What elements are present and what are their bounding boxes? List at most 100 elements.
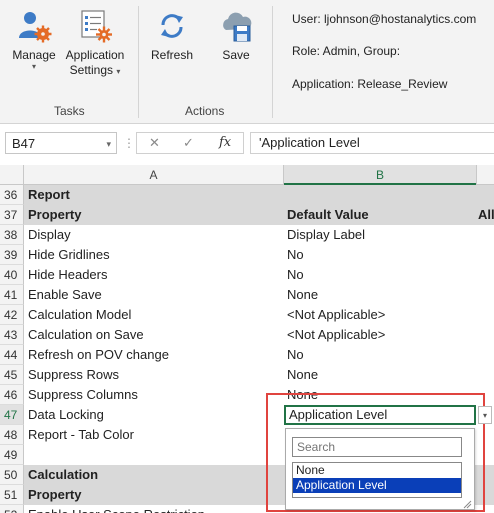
manage-user-gear-icon (16, 8, 52, 44)
cell-c[interactable] (476, 305, 494, 325)
formula-input[interactable]: 'Application Level (250, 132, 494, 154)
cell-b[interactable]: No (284, 345, 476, 365)
cell-a[interactable] (24, 445, 284, 465)
resize-grip-icon[interactable] (462, 499, 472, 509)
formula-buttons: ✕ ✓ fx (136, 132, 244, 154)
row-number[interactable]: 45 (0, 365, 24, 385)
dropdown-option-application-level[interactable]: Application Level (293, 478, 461, 493)
cell-c[interactable] (476, 265, 494, 285)
row-number[interactable]: 48 (0, 425, 24, 445)
name-box[interactable]: B47 ▾ (5, 132, 117, 154)
formula-bar: B47 ▾ ⋮ ✕ ✓ fx 'Application Level (0, 124, 494, 164)
table-row: 42 Calculation Model <Not Applicable> (0, 305, 494, 325)
cell-c[interactable] (476, 365, 494, 385)
cell-a[interactable]: Suppress Columns (24, 385, 284, 405)
cell-b[interactable]: <Not Applicable> (284, 325, 476, 345)
column-header-b[interactable]: B (284, 165, 476, 185)
row-number[interactable]: 42 (0, 305, 24, 325)
cell-b[interactable]: None (284, 285, 476, 305)
select-all-corner[interactable] (0, 165, 24, 185)
role-info: Role: Admin, Group: (292, 44, 401, 58)
cell-a[interactable]: Display (24, 225, 284, 245)
group-label-actions: Actions (185, 104, 225, 118)
ribbon-separator (272, 6, 273, 118)
row-number[interactable]: 47 (0, 405, 24, 425)
refresh-label: Refresh (150, 48, 194, 62)
enter-icon[interactable]: ✓ (183, 135, 194, 151)
group-label-tasks: Tasks (54, 104, 85, 118)
dropdown-search-input[interactable] (292, 437, 462, 457)
ribbon-separator (138, 6, 139, 118)
cell-a[interactable]: Enable Save (24, 285, 284, 305)
row-number[interactable]: 49 (0, 445, 24, 465)
cell-c[interactable]: All (476, 205, 494, 225)
row-number[interactable]: 51 (0, 485, 24, 505)
column-header-a[interactable]: A (24, 165, 284, 185)
cancel-icon[interactable]: ✕ (149, 135, 160, 151)
save-button[interactable]: Save (214, 8, 258, 63)
cell-c[interactable] (476, 345, 494, 365)
cell-a[interactable]: Enable User Scope Restriction (24, 505, 284, 513)
application-label: Application (65, 48, 125, 62)
cell-c[interactable] (476, 245, 494, 265)
cell-a[interactable]: Calculation (24, 465, 284, 485)
cell-a[interactable]: Calculation on Save (24, 325, 284, 345)
cell-a[interactable]: Hide Gridlines (24, 245, 284, 265)
dropdown-option-none[interactable]: None (293, 463, 461, 478)
ribbon: Manage ▾ Application Settings ▾ Tasks Re… (0, 0, 494, 124)
chevron-down-icon[interactable]: ▾ (106, 133, 111, 155)
user-info: User: ljohnson@hostanalytics.com (292, 12, 477, 26)
save-label: Save (222, 48, 250, 62)
cell-b[interactable]: No (284, 265, 476, 285)
application-info: Application: Release_Review (292, 77, 448, 91)
table-row: 39 Hide Gridlines No (0, 245, 494, 265)
cell-a[interactable]: Suppress Rows (24, 365, 284, 385)
row-number[interactable]: 40 (0, 265, 24, 285)
table-row: 43 Calculation on Save <Not Applicable> (0, 325, 494, 345)
chevron-down-icon: ▾ (31, 62, 36, 71)
cell-a[interactable]: Property (24, 485, 284, 505)
cell-b[interactable]: <Not Applicable> (284, 305, 476, 325)
cell-b[interactable]: No (284, 245, 476, 265)
cell-a[interactable]: Hide Headers (24, 265, 284, 285)
cell-a[interactable]: Report - Tab Color (24, 425, 284, 445)
cell-a[interactable]: Property (24, 205, 284, 225)
refresh-icon (154, 8, 190, 44)
table-row: 38 Display Display Label (0, 225, 494, 245)
cell-a[interactable]: Report (24, 185, 284, 205)
application-settings-button[interactable]: Application Settings ▾ (62, 8, 128, 78)
row-number[interactable]: 44 (0, 345, 24, 365)
cell-b[interactable]: Display Label (284, 225, 476, 245)
row-number[interactable]: 39 (0, 245, 24, 265)
cell-b[interactable]: None (284, 365, 476, 385)
application-settings-icon (77, 8, 113, 44)
cell-a[interactable]: Calculation Model (24, 305, 284, 325)
manage-button[interactable]: Manage ▾ (8, 8, 60, 71)
table-row: 40 Hide Headers No (0, 265, 494, 285)
cell-dropdown-arrow-icon[interactable]: ▾ (478, 406, 492, 424)
row-number[interactable]: 37 (0, 205, 24, 225)
cloud-save-icon (218, 8, 254, 44)
cell-c[interactable] (476, 285, 494, 305)
table-row: 44 Refresh on POV change No (0, 345, 494, 365)
row-number[interactable]: 38 (0, 225, 24, 245)
dropdown-options-list[interactable]: None Application Level (292, 462, 462, 498)
column-header-c[interactable] (476, 165, 494, 185)
row-number[interactable]: 46 (0, 385, 24, 405)
refresh-button[interactable]: Refresh (148, 8, 196, 63)
cell-c[interactable] (476, 185, 494, 205)
row-number[interactable]: 41 (0, 285, 24, 305)
table-row: 45 Suppress Rows None (0, 365, 494, 385)
row-number[interactable]: 50 (0, 465, 24, 485)
cell-a[interactable]: Refresh on POV change (24, 345, 284, 365)
row-number[interactable]: 52 (0, 505, 24, 513)
insert-function-icon[interactable]: fx (219, 135, 231, 150)
cell-c[interactable] (476, 325, 494, 345)
row-number[interactable]: 36 (0, 185, 24, 205)
drag-handle-icon[interactable]: ⋮ (123, 136, 135, 150)
cell-c[interactable] (476, 225, 494, 245)
cell-a[interactable]: Data Locking (24, 405, 284, 425)
row-number[interactable]: 43 (0, 325, 24, 345)
cell-b[interactable] (284, 185, 476, 205)
cell-b[interactable]: Default Value (284, 205, 476, 225)
